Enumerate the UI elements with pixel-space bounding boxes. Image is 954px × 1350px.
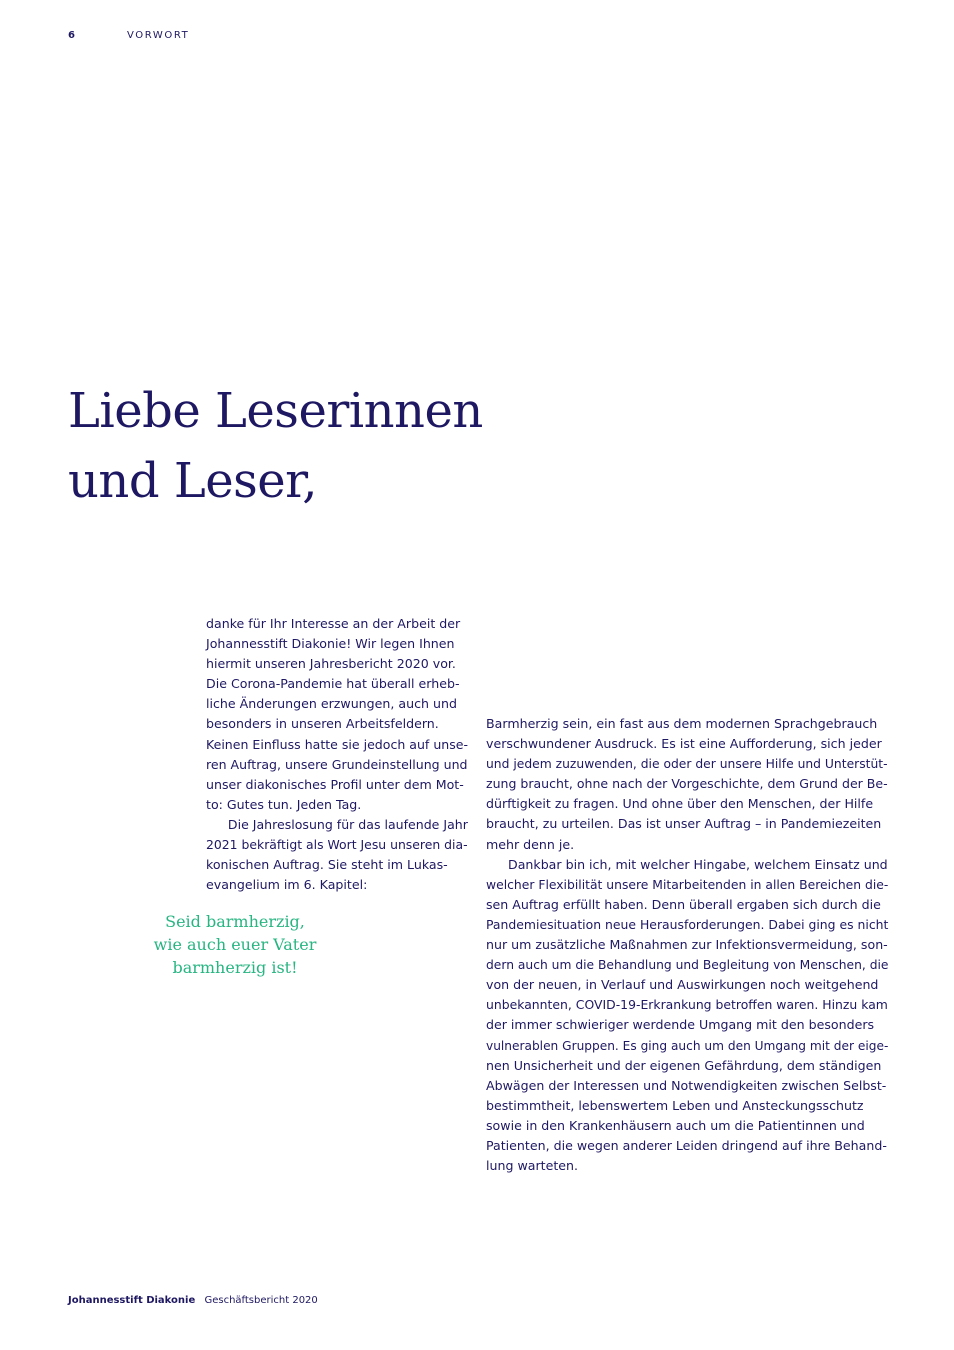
text-line: zung braucht, ohne nach der Vorgeschicht…: [486, 776, 888, 792]
text-line: unbekannten, COVID-19-Erkrankung betroff…: [486, 997, 888, 1013]
text-line: evangelium im 6. Kapitel:: [206, 877, 368, 893]
text-line: sowie in den Krankenhäusern auch um die …: [486, 1117, 865, 1133]
text-line: der immer schwieriger werdende Umgang mi…: [486, 1017, 875, 1033]
text-line: hiermit unseren Jahresbericht 2020 vor.: [206, 656, 456, 672]
right-text-column: Barmherzig sein, ein fast aus dem modern…: [486, 714, 888, 1176]
quote-line: barmherzig ist!: [172, 958, 298, 977]
text-line: bestimmtheit, lebenswertem Leben und Ans…: [486, 1097, 864, 1113]
text-line: 2021 bekräftigt als Wort Jesu unseren di…: [206, 837, 468, 853]
text-line: welcher Flexibilität unsere Mitarbeitend…: [486, 876, 889, 892]
text-line: Die Corona-Pandemie hat überall erheb-: [206, 676, 460, 692]
text-line: nen Unsicherheit und der eigenen Gefährd…: [486, 1057, 882, 1073]
footer-publication: Geschäftsbericht 2020: [204, 1295, 318, 1306]
paragraph: danke für Ihr Interesse an der Arbeit de…: [206, 614, 468, 815]
text-line: liche Änderungen erzwungen, auch und: [206, 696, 457, 712]
quote-line: wie auch euer Vater: [153, 935, 317, 954]
footer-organization: Johannesstift Diakonie: [68, 1295, 196, 1306]
text-line: danke für Ihr Interesse an der Arbeit de…: [206, 616, 461, 631]
text-line: Johannesstift Diakonie! Wir legen Ihnen: [206, 636, 455, 652]
page-number: 6: [68, 30, 77, 41]
text-line: lung warteten.: [486, 1158, 579, 1174]
paragraph: Die Jahreslosung für das laufende Jahr 2…: [206, 815, 468, 895]
text-line: konischen Auftrag. Sie steht im Lukas-: [206, 857, 448, 873]
text-line: braucht, zu urteilen. Das ist unser Auft…: [486, 816, 882, 832]
headline-line: und Leser,: [68, 453, 318, 509]
text-line: sen Auftrag erfüllt haben. Denn überall …: [486, 896, 881, 912]
text-line: Dankbar bin ich, mit welcher Hingabe, we…: [508, 856, 888, 872]
text-line: Keinen Einfluss hatte sie jedoch auf uns…: [206, 736, 469, 752]
bible-quote: Seid barmherzig, wie auch euer Vater bar…: [130, 910, 340, 979]
text-line: und jedem zuzuwenden, die oder der unser…: [486, 756, 888, 772]
text-line: besonders in unseren Arbeitsfeldern.: [206, 716, 439, 732]
paragraph: Barmherzig sein, ein fast aus dem modern…: [486, 714, 888, 855]
text-line: dern auch um die Behandlung und Begleitu…: [486, 957, 889, 973]
page-footer: Johannesstift Diakonie Geschäftsbericht …: [68, 1295, 318, 1306]
headline-line: Liebe Leserinnen: [68, 383, 483, 439]
text-line: nur um zusätzliche Maßnahmen zur Infekti…: [486, 937, 888, 953]
text-line: mehr denn je.: [486, 836, 575, 852]
section-title: VORWORT: [127, 30, 190, 41]
text-line: dürftigkeit zu fragen. Und ohne über den…: [486, 796, 874, 812]
quote-line: Seid barmherzig,: [165, 912, 305, 931]
headline: Liebe Leserinnen und Leser,: [68, 376, 483, 516]
text-line: von der neuen, in Verlauf und Auswirkung…: [486, 977, 879, 993]
text-line: verschwundener Ausdruck. Es ist eine Auf…: [486, 736, 882, 752]
text-line: to: Gutes tun. Jeden Tag.: [206, 796, 362, 812]
left-text-column: danke für Ihr Interesse an der Arbeit de…: [206, 614, 468, 895]
text-line: Abwägen der Interessen und Notwendigkeit…: [486, 1077, 887, 1093]
text-line: unser diakonisches Profil unter dem Mot-: [206, 776, 464, 792]
text-line: Patienten, die wegen anderer Leiden drin…: [486, 1137, 887, 1153]
text-line: Die Jahreslosung für das laufende Jahr: [227, 816, 468, 832]
paragraph: Dankbar bin ich, mit welcher Hingabe, we…: [486, 855, 888, 1177]
text-line: ren Auftrag, unsere Grundeinstellung und: [206, 756, 468, 772]
text-line: Pandemiesituation neue Herausforderungen…: [486, 916, 889, 932]
text-line: vulnerablen Gruppen. Es ging auch um den…: [486, 1037, 889, 1053]
text-line: Barmherzig sein, ein fast aus dem modern…: [486, 716, 878, 731]
